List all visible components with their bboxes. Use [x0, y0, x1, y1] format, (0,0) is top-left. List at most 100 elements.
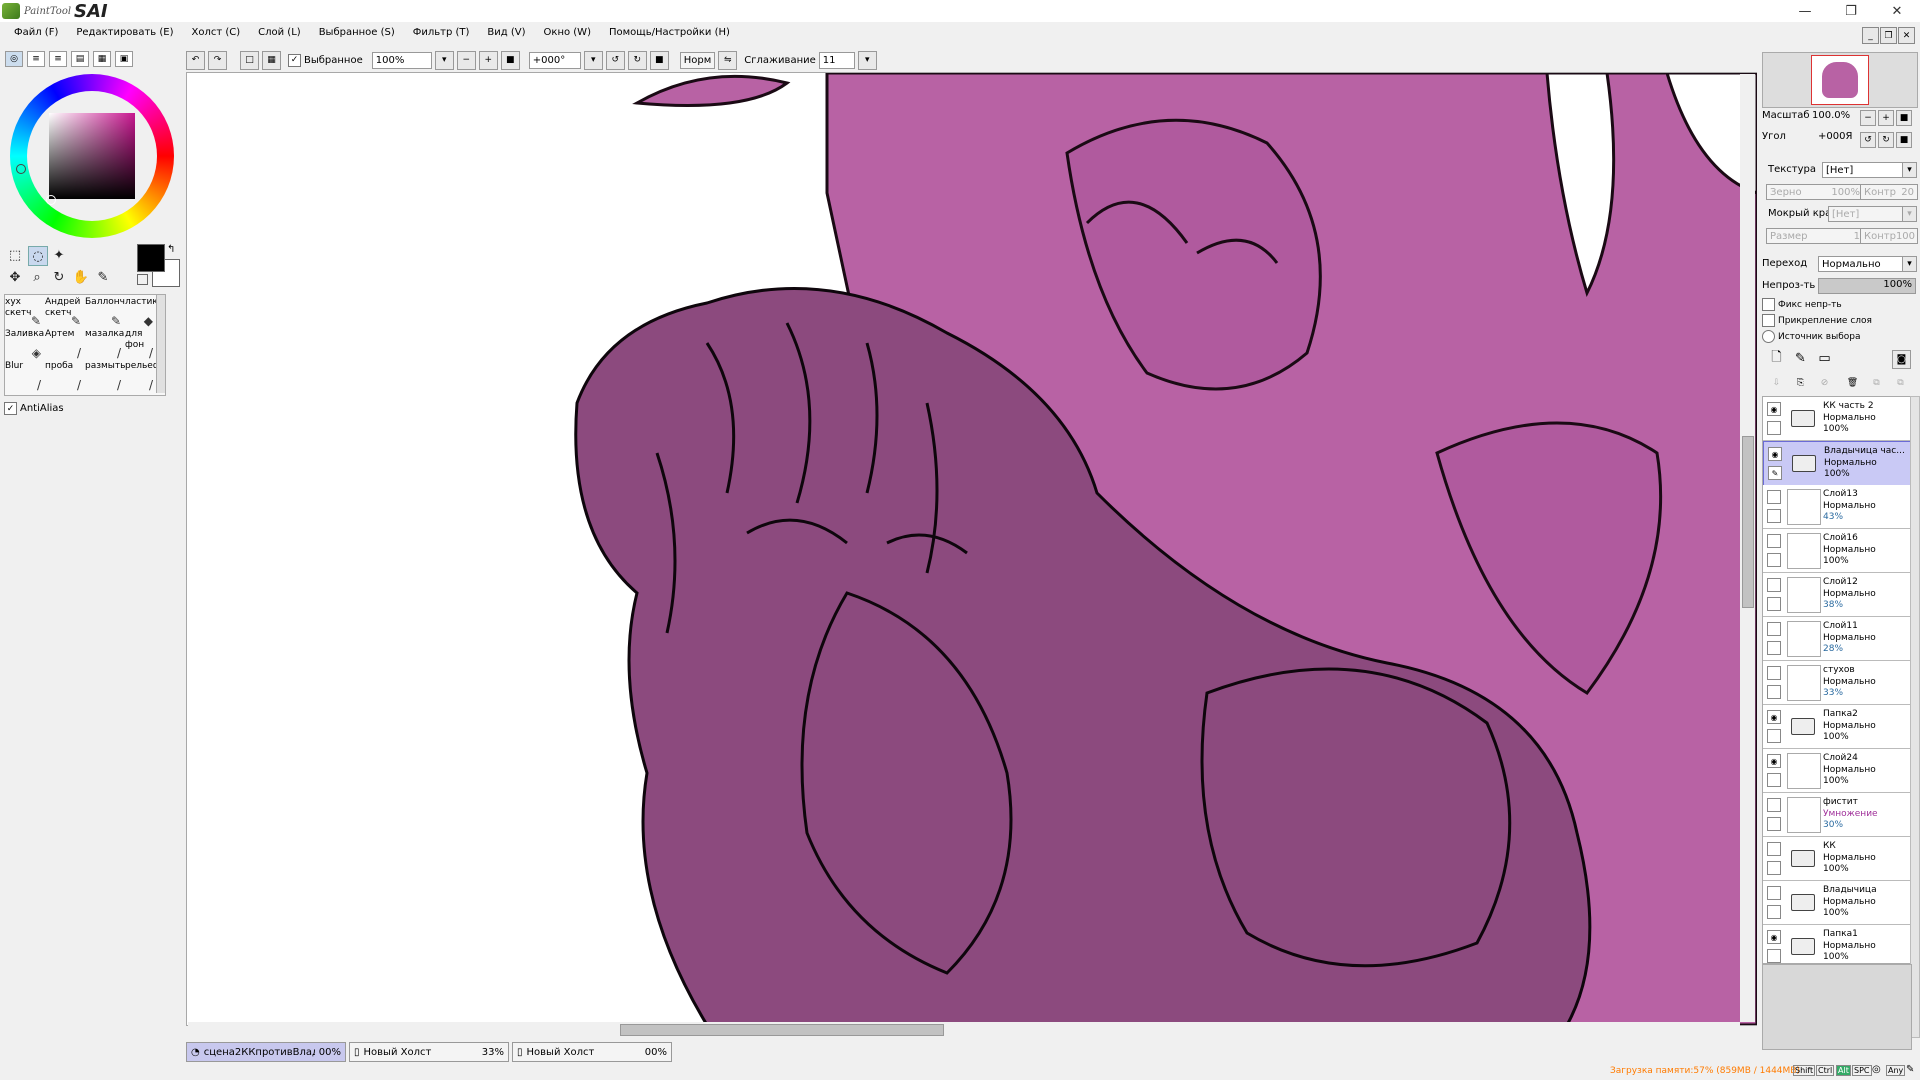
layer-row[interactable]: Слой13 Нормально 43%: [1763, 485, 1911, 529]
layer-row[interactable]: Слой11 Нормально 28%: [1763, 617, 1911, 661]
clear-layer-icon[interactable]: ⊘: [1816, 374, 1833, 391]
layer-list-scrollbar[interactable]: [1910, 396, 1920, 1038]
hue-cursor[interactable]: [16, 164, 26, 174]
blend-mode-select[interactable]: Нормально: [1818, 256, 1910, 272]
rgb-slider-tab-icon[interactable]: ≡: [27, 51, 45, 67]
layer-row[interactable]: КК Нормально 100%: [1763, 837, 1911, 881]
layer-lock-box[interactable]: [1767, 949, 1781, 963]
brush-slot[interactable]: Баллончик✎: [85, 297, 125, 329]
zoom-field[interactable]: 100%: [371, 51, 432, 69]
zoom-reset-button[interactable]: ■: [500, 50, 520, 70]
color-mixer-tab-icon[interactable]: ▤: [71, 51, 89, 67]
layer-lock-box[interactable]: [1767, 509, 1781, 523]
antialias-checkbox[interactable]: ✓: [4, 402, 17, 415]
canvas-horizontal-scrollbar[interactable]: [188, 1022, 1740, 1037]
show-selection-checkbox[interactable]: ✓: [288, 53, 301, 67]
nav-zoom-in-icon[interactable]: +: [1878, 110, 1894, 126]
brush-slot[interactable]: Андрей скетч ✎: [45, 297, 85, 329]
eye-icon[interactable]: ◉: [1767, 754, 1781, 768]
layer-row[interactable]: ◉ Слой24 Нормально 100%: [1763, 749, 1911, 793]
brush-slot[interactable]: мазалка /: [85, 329, 125, 361]
maximize-button[interactable]: ❐: [1828, 0, 1874, 22]
angle-field[interactable]: +000°: [528, 51, 581, 69]
layer-row[interactable]: ◉ Папка1 Нормально 100%: [1763, 925, 1911, 963]
menu-file[interactable]: Файл (F): [0, 27, 67, 38]
saturation-value-box[interactable]: [49, 113, 135, 199]
layer-row[interactable]: Слой12 Нормально 38%: [1763, 573, 1911, 617]
horizontal-scroll-thumb[interactable]: [620, 1024, 944, 1036]
zoom-dropdown-icon[interactable]: ▾: [434, 50, 454, 70]
eye-icon[interactable]: ◉: [1768, 447, 1782, 461]
transparent-color-icon[interactable]: [137, 274, 148, 285]
view-mode-button[interactable]: Норм: [679, 51, 716, 69]
eye-icon[interactable]: ◉: [1767, 710, 1781, 724]
color-wheel-tab-icon[interactable]: ◎: [5, 51, 23, 67]
fix-opacity-checkbox[interactable]: [1762, 298, 1775, 311]
menu-window[interactable]: Окно (W): [535, 27, 600, 38]
deselect-button[interactable]: □: [240, 50, 259, 70]
flip-view-button[interactable]: ⇋: [718, 50, 738, 70]
layer-row[interactable]: стухов Нормально 33%: [1763, 661, 1911, 705]
brush-slot[interactable]: ластик ◆: [125, 297, 157, 329]
nav-zoom-out-icon[interactable]: −: [1860, 110, 1876, 126]
layer-row[interactable]: фистит Умножение 30%: [1763, 793, 1911, 837]
canvas-vertical-scrollbar[interactable]: [1740, 74, 1755, 1022]
brush-grid-scrollbar[interactable]: [156, 295, 165, 393]
layer-lock-box[interactable]: [1767, 861, 1781, 875]
merge-down-icon[interactable]: ⎘: [1792, 374, 1809, 391]
hidden-eye-box[interactable]: [1767, 578, 1781, 592]
nav-zoom-reset-icon[interactable]: ■: [1896, 110, 1912, 126]
swatches-tab-icon[interactable]: ▦: [93, 51, 111, 67]
undo-button[interactable]: ↶: [186, 50, 205, 70]
hand-icon[interactable]: ✋: [72, 268, 90, 286]
nav-rotate-right-icon[interactable]: ↻: [1878, 132, 1894, 148]
copy-layer-icon[interactable]: ⧉: [1868, 374, 1885, 391]
hidden-eye-box[interactable]: [1767, 490, 1781, 504]
eyedropper-icon[interactable]: ✎: [94, 268, 112, 286]
scratchpad-tab-icon[interactable]: ▣: [115, 51, 133, 67]
layer-lock-box[interactable]: [1767, 553, 1781, 567]
hidden-eye-box[interactable]: [1767, 534, 1781, 548]
hidden-eye-box[interactable]: [1767, 886, 1781, 900]
zoom-in-button[interactable]: +: [478, 50, 498, 70]
new-layer-icon[interactable]: 🗋: [1768, 350, 1785, 367]
navigator-view-rect[interactable]: [1811, 55, 1869, 105]
canvas-tab[interactable]: ◔ сцена2ККпротивВлад... 00%: [186, 1042, 346, 1062]
stabilizer-dropdown-icon[interactable]: ▾: [857, 50, 877, 70]
selection-source-toggle[interactable]: Источник выбора: [1762, 330, 1860, 343]
layer-row[interactable]: Владычица Нормально 100%: [1763, 881, 1911, 925]
brush-slot[interactable]: для фон /: [125, 329, 157, 361]
new-folder-icon[interactable]: ▭: [1816, 350, 1833, 367]
brush-slot[interactable]: хух скетч ✎: [5, 297, 45, 329]
menu-help[interactable]: Помощь/Настройки (H): [600, 27, 739, 38]
texture-select[interactable]: [Нет]: [1822, 162, 1910, 178]
canvas-tab[interactable]: ▯ Новый Холст 00%: [512, 1042, 672, 1062]
hidden-eye-box[interactable]: [1767, 666, 1781, 680]
opacity-slider[interactable]: 100%: [1818, 278, 1916, 294]
eye-icon[interactable]: ◉: [1767, 402, 1781, 416]
canvas-tab[interactable]: ▯ Новый Холст 33%: [349, 1042, 509, 1062]
rotate-reset-button[interactable]: ■: [649, 50, 669, 70]
rotate-right-button[interactable]: ↻: [627, 50, 647, 70]
brush-slot[interactable]: Артем /: [45, 329, 85, 361]
redo-button[interactable]: ↷: [208, 50, 227, 70]
clip-layer-checkbox[interactable]: [1762, 314, 1775, 327]
hidden-eye-box[interactable]: [1767, 798, 1781, 812]
move-icon[interactable]: ✥: [6, 268, 24, 286]
mdi-minimize-icon[interactable]: _: [1862, 27, 1879, 44]
brush-slot[interactable]: размыть /: [85, 361, 125, 393]
layer-row[interactable]: ◉ ✎ Владычица час... Нормально 100%: [1763, 441, 1911, 486]
sv-cursor[interactable]: [46, 195, 56, 205]
hidden-eye-box[interactable]: [1767, 622, 1781, 636]
vertical-scroll-thumb[interactable]: [1742, 436, 1754, 608]
fix-opacity-toggle[interactable]: Фикс непр-ть: [1762, 298, 1842, 311]
lasso-icon[interactable]: ◌: [28, 246, 48, 266]
clip-layer-toggle[interactable]: Прикрепление слоя: [1762, 314, 1872, 327]
layer-lock-box[interactable]: [1767, 905, 1781, 919]
layer-lock-box[interactable]: [1767, 685, 1781, 699]
brush-slot[interactable]: проба /: [45, 361, 85, 393]
layer-lock-box[interactable]: [1767, 817, 1781, 831]
stabilizer-field[interactable]: 11: [818, 51, 855, 69]
hsv-slider-tab-icon[interactable]: ≡: [49, 51, 67, 67]
nav-rotate-reset-icon[interactable]: ■: [1896, 132, 1912, 148]
